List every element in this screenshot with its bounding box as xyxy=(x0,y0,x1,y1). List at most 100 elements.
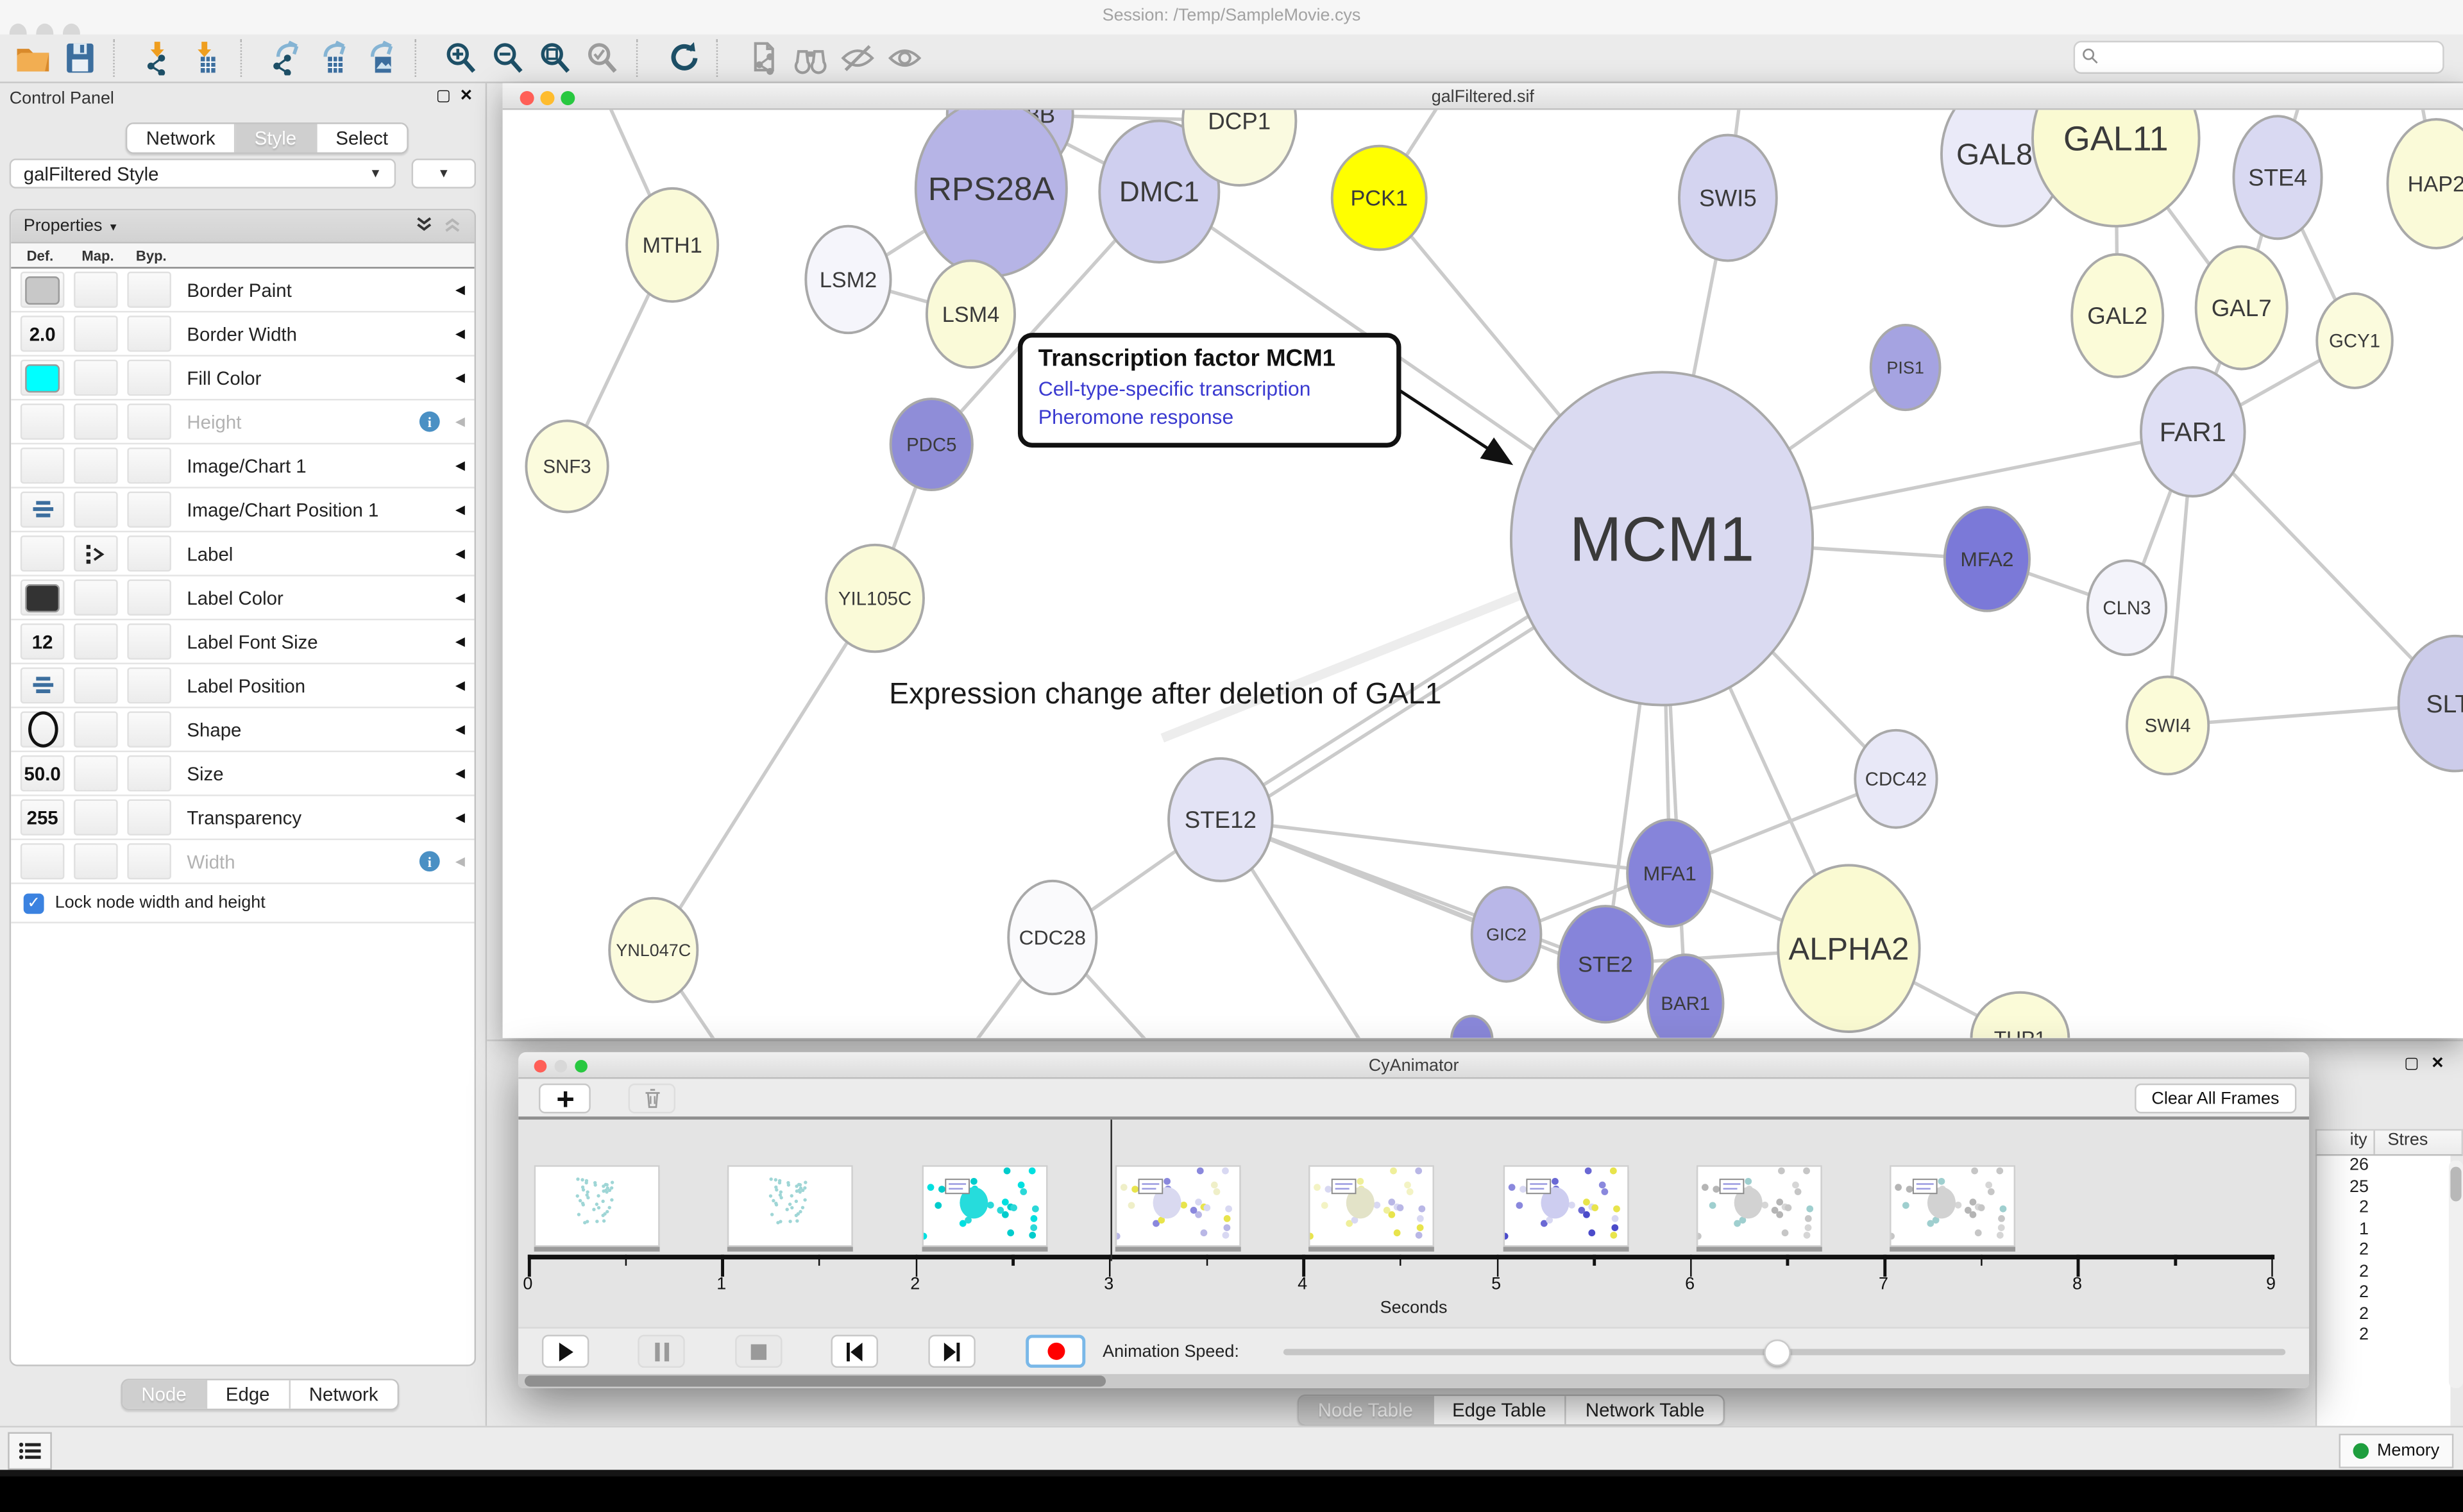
property-row-height[interactable]: Heighti◀ xyxy=(11,400,474,444)
property-cell[interactable] xyxy=(127,755,171,791)
property-cell[interactable] xyxy=(21,580,65,616)
property-cell[interactable] xyxy=(74,315,118,351)
zoom-in-icon[interactable] xyxy=(438,38,485,79)
table-scrollbar[interactable] xyxy=(2449,1161,2463,1388)
property-cell[interactable] xyxy=(74,580,118,616)
network-node-CLN3[interactable]: CLN3 xyxy=(2088,560,2166,655)
network-node-LSM4[interactable]: LSM4 xyxy=(927,261,1015,368)
property-cell[interactable] xyxy=(127,580,171,616)
property-cell[interactable]: 255 xyxy=(21,800,65,836)
timeline-frame-7[interactable] xyxy=(1696,1165,1822,1247)
network-node-CDC42[interactable]: CDC42 xyxy=(1855,730,1936,828)
tab-network-bottom[interactable]: Network xyxy=(290,1381,397,1409)
expand-property-icon[interactable]: ◀ xyxy=(455,546,465,560)
property-cell[interactable] xyxy=(21,403,65,439)
network-node-YIL105C[interactable]: YIL105C xyxy=(826,545,924,652)
property-cell[interactable] xyxy=(127,843,171,879)
refresh-icon[interactable] xyxy=(660,38,707,79)
properties-header[interactable]: Properties ▾ xyxy=(11,210,474,243)
stop-button[interactable] xyxy=(735,1335,782,1368)
show-panels-button[interactable] xyxy=(8,1432,52,1470)
property-cell[interactable] xyxy=(21,668,65,703)
network-edge[interactable] xyxy=(654,598,875,950)
collapse-all-icon[interactable] xyxy=(443,214,462,238)
property-cell[interactable] xyxy=(21,711,65,747)
network-node-MTH1[interactable]: MTH1 xyxy=(627,189,718,301)
network-node-MCM1[interactable]: MCM1 xyxy=(1511,372,1813,705)
property-cell[interactable]: 2.0 xyxy=(21,315,65,351)
network-node-ALPHA2[interactable]: ALPHA2 xyxy=(1778,865,1919,1032)
property-row-size[interactable]: 50.0Size◀ xyxy=(11,752,474,796)
property-cell[interactable]: 12 xyxy=(21,623,65,659)
timeline-frame-2[interactable] xyxy=(728,1165,854,1247)
property-row-label-position[interactable]: Label Position◀ xyxy=(11,664,474,709)
network-node-SWI4[interactable]: SWI4 xyxy=(2127,677,2208,775)
annotation-box[interactable]: Transcription factor MCM1 Cell-type-spec… xyxy=(1018,333,1401,448)
property-row-shape[interactable]: Shape◀ xyxy=(11,708,474,752)
network-node-BAR1[interactable]: BAR1 xyxy=(1648,955,1723,1038)
annotation-link-1[interactable]: Cell-type-specific transcription xyxy=(1038,375,1381,403)
property-row-image-chart-position-1[interactable]: Image/Chart Position 1◀ xyxy=(11,489,474,533)
property-cell[interactable] xyxy=(74,623,118,659)
network-node-TUP1[interactable]: TUP1 xyxy=(1971,993,2069,1038)
property-row-label-color[interactable]: Label Color◀ xyxy=(11,576,474,621)
timeline-frame-8[interactable] xyxy=(1890,1165,2015,1247)
slider-thumb[interactable] xyxy=(1763,1340,1790,1366)
timeline-playhead[interactable] xyxy=(1110,1120,1112,1261)
property-cell[interactable] xyxy=(74,272,118,308)
play-button[interactable] xyxy=(542,1335,589,1368)
import-table-icon[interactable] xyxy=(184,38,231,79)
property-cell[interactable] xyxy=(21,492,65,528)
table-cell-value[interactable]: 26 xyxy=(2317,1155,2450,1177)
expand-property-icon[interactable]: ◀ xyxy=(455,723,465,737)
timeline-frame-3[interactable] xyxy=(922,1165,1047,1247)
network-node-MFA2[interactable]: MFA2 xyxy=(1945,507,2029,611)
network-node-GAL11[interactable]: GAL11 xyxy=(2033,110,2199,226)
expand-property-icon[interactable]: ◀ xyxy=(455,371,465,385)
network-node-GAL2[interactable]: GAL2 xyxy=(2072,255,2163,377)
timeline-frame-5[interactable] xyxy=(1308,1165,1434,1247)
tab-network-table[interactable]: Network Table xyxy=(1566,1396,1723,1424)
close-table-panel-icon[interactable]: ✕ xyxy=(2431,1057,2444,1072)
timeline-scrollbar[interactable] xyxy=(518,1374,2309,1388)
tab-edge[interactable]: Edge xyxy=(207,1381,291,1409)
property-cell[interactable] xyxy=(21,272,65,308)
table-cell-value[interactable]: 2 xyxy=(2317,1241,2450,1262)
property-cell[interactable] xyxy=(127,448,171,483)
property-cell[interactable] xyxy=(74,403,118,439)
style-options-button[interactable]: ▼ xyxy=(412,158,476,189)
property-cell[interactable] xyxy=(127,403,171,439)
property-cell[interactable] xyxy=(127,492,171,528)
timeline-frame-4[interactable] xyxy=(1115,1165,1241,1247)
column-header-stress[interactable]: Stres xyxy=(2375,1130,2428,1154)
float-table-panel-icon[interactable]: ▢ xyxy=(2404,1057,2419,1072)
property-cell[interactable] xyxy=(127,668,171,703)
network-node-MFA1[interactable]: MFA1 xyxy=(1627,819,1712,927)
table-cell-value[interactable]: 2 xyxy=(2317,1304,2450,1325)
property-row-border-paint[interactable]: Border Paint◀ xyxy=(11,269,474,313)
network-node-GIC2[interactable]: GIC2 xyxy=(1472,887,1541,982)
tab-node-table[interactable]: Node Table xyxy=(1299,1396,1433,1424)
network-window-titlebar[interactable]: galFiltered.sif xyxy=(503,83,2463,110)
network-node-SWI5[interactable]: SWI5 xyxy=(1679,135,1777,261)
record-button[interactable] xyxy=(1026,1335,1085,1368)
network-node-PCK1[interactable]: PCK1 xyxy=(1332,146,1426,250)
network-node-YNL047C[interactable]: YNL047C xyxy=(609,898,697,1002)
column-header-centrality[interactable]: ity xyxy=(2320,1130,2375,1154)
network-node-RPS28A[interactable]: RPS28A xyxy=(916,110,1067,276)
property-cell[interactable] xyxy=(127,711,171,747)
property-cell[interactable] xyxy=(74,800,118,836)
network-canvas[interactable]: RPS28BRPS28ADMC1DCP1PCK1MTH1LSM2LSM4SNF3… xyxy=(503,110,2463,1037)
float-panel-icon[interactable]: ▢ xyxy=(436,90,451,105)
info-icon[interactable]: i xyxy=(419,851,440,871)
expand-property-icon[interactable]: ◀ xyxy=(455,503,465,517)
property-cell[interactable]: 50.0 xyxy=(21,755,65,791)
expand-property-icon[interactable]: ◀ xyxy=(455,458,465,473)
expand-all-icon[interactable] xyxy=(415,214,434,238)
table-cell-value[interactable]: 2 xyxy=(2317,1262,2450,1283)
property-row-label[interactable]: Label◀ xyxy=(11,532,474,576)
property-row-border-width[interactable]: 2.0Border Width◀ xyxy=(11,312,474,357)
search-input[interactable] xyxy=(2105,46,2443,68)
zoom-fit-icon[interactable] xyxy=(532,38,579,79)
property-cell[interactable] xyxy=(21,535,65,571)
